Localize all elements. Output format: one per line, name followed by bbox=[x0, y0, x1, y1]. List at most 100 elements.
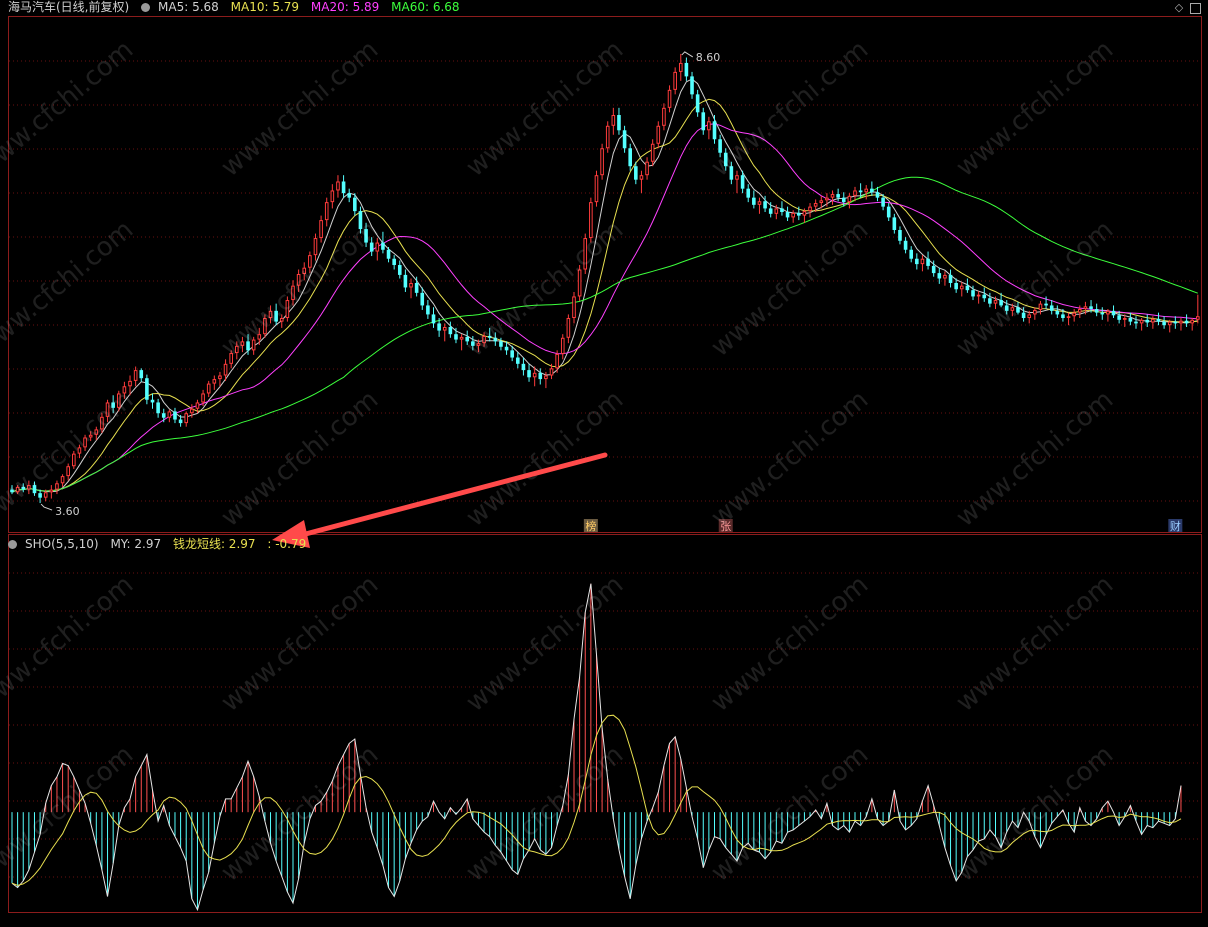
candle-body bbox=[1122, 318, 1127, 320]
candle-body bbox=[409, 282, 413, 288]
watermark-text: www.cfchi.com bbox=[951, 385, 1120, 533]
candle-down bbox=[915, 253, 919, 270]
candle-body bbox=[353, 197, 357, 212]
candle-body bbox=[909, 249, 913, 259]
candle-down bbox=[145, 374, 149, 405]
indicator-header: SHO(5,5,10) MY: 2.97 钱龙短线: 2.97 : -0.79 bbox=[8, 537, 314, 551]
candle-body bbox=[532, 372, 537, 378]
candle-up bbox=[920, 255, 925, 272]
candle-body bbox=[1089, 306, 1093, 310]
candle-body bbox=[1100, 312, 1105, 315]
candle-down bbox=[1134, 316, 1138, 329]
chart-stage: 8.60 3.60 榜张财 www.cfchi.com www.cfchi.com w… bbox=[0, 0, 1208, 924]
ma10-label: MA10: 5.79 bbox=[230, 0, 300, 14]
watermark-text: www.cfchi.com bbox=[951, 215, 1120, 363]
candle-up bbox=[639, 170, 644, 194]
candle-body bbox=[448, 326, 453, 335]
sho-histogram bbox=[11, 583, 1182, 910]
candle-body bbox=[965, 285, 970, 291]
candle-body bbox=[959, 285, 964, 290]
candle-down bbox=[173, 407, 177, 424]
candle-body bbox=[420, 292, 425, 306]
candle-body bbox=[1196, 316, 1200, 320]
candle-body bbox=[1049, 305, 1054, 311]
candle-body bbox=[195, 402, 200, 409]
candle-body bbox=[858, 190, 863, 193]
short-line-value: 钱龙短线: 2.97 bbox=[172, 537, 256, 551]
candle-up bbox=[707, 116, 711, 140]
candle-body bbox=[566, 318, 571, 338]
candle-up bbox=[650, 139, 655, 167]
candle-body bbox=[645, 161, 649, 176]
candle-down bbox=[1156, 312, 1161, 326]
candle-down bbox=[341, 175, 346, 198]
candle-down bbox=[965, 278, 970, 293]
candle-down bbox=[150, 393, 155, 409]
candle-body bbox=[572, 296, 576, 319]
watermark-text: www.cfchi.com bbox=[216, 215, 385, 363]
candle-body bbox=[881, 197, 885, 207]
candle-body bbox=[622, 130, 627, 149]
diamond-icon[interactable]: ◇ bbox=[1172, 1, 1186, 15]
candle-up bbox=[673, 67, 677, 95]
candle-body bbox=[886, 206, 891, 218]
candle-body bbox=[898, 229, 902, 241]
candle-up bbox=[1167, 319, 1172, 333]
candle-body bbox=[864, 188, 869, 193]
candle-body bbox=[49, 489, 54, 493]
candle-body bbox=[184, 413, 189, 424]
watermark: www.cfchi.com www.cfchi.com www.cfchi.com w… bbox=[0, 35, 1119, 888]
candle-up bbox=[678, 53, 683, 81]
watermark-text: www.cfchi.com bbox=[0, 570, 139, 718]
candle-up bbox=[667, 85, 672, 113]
candle-body bbox=[218, 375, 222, 380]
watermark-text: www.cfchi.com bbox=[216, 35, 385, 183]
square-icon[interactable] bbox=[1190, 3, 1201, 14]
candle-body bbox=[634, 166, 638, 180]
candle-body bbox=[701, 112, 706, 131]
candle-up bbox=[324, 197, 329, 227]
candle-body bbox=[431, 314, 436, 324]
candle-body bbox=[673, 71, 677, 90]
indicator-name: SHO(5,5,10) bbox=[25, 537, 99, 551]
candle-body bbox=[381, 242, 385, 250]
candle-up bbox=[566, 314, 571, 344]
indicator-settings-circle-icon[interactable] bbox=[8, 540, 17, 549]
candle-body bbox=[43, 492, 48, 498]
candle-body bbox=[38, 493, 42, 498]
candle-up bbox=[864, 185, 869, 200]
candle-body bbox=[757, 201, 762, 205]
candle-body bbox=[780, 208, 784, 213]
candle-body bbox=[544, 375, 548, 380]
candle-body bbox=[341, 181, 346, 194]
candle-up bbox=[847, 193, 852, 209]
candle-down bbox=[1055, 305, 1060, 319]
candle-body bbox=[825, 197, 829, 201]
candle-body bbox=[527, 370, 531, 378]
candle-body bbox=[915, 258, 919, 265]
candle-up bbox=[645, 157, 649, 180]
candle-body bbox=[1139, 319, 1144, 324]
candle-body bbox=[684, 62, 689, 77]
candle-body bbox=[1156, 318, 1161, 322]
candle-body bbox=[830, 194, 835, 198]
candle-body bbox=[1145, 319, 1150, 323]
candle-body bbox=[937, 273, 942, 279]
candle-body bbox=[740, 175, 745, 189]
candle-body bbox=[594, 175, 599, 203]
watermark-text: www.cfchi.com bbox=[461, 385, 630, 533]
candle-body bbox=[1094, 309, 1099, 313]
candle-up bbox=[1078, 305, 1082, 319]
candle-down bbox=[898, 226, 902, 245]
candle-down bbox=[909, 246, 913, 263]
candle-body bbox=[1106, 310, 1110, 315]
candle-body bbox=[145, 378, 149, 400]
candle-up bbox=[167, 409, 172, 423]
candle-body bbox=[1038, 303, 1043, 310]
candle-down bbox=[617, 107, 621, 135]
settings-circle-icon[interactable] bbox=[141, 3, 151, 12]
candle-body bbox=[150, 399, 155, 403]
arrow-shaft bbox=[295, 452, 608, 539]
candle-body bbox=[392, 258, 396, 266]
price-header: 海马汽车(日线,前复权) MA5: 5.68 MA10: 5.79 MA20: … bbox=[8, 0, 468, 14]
